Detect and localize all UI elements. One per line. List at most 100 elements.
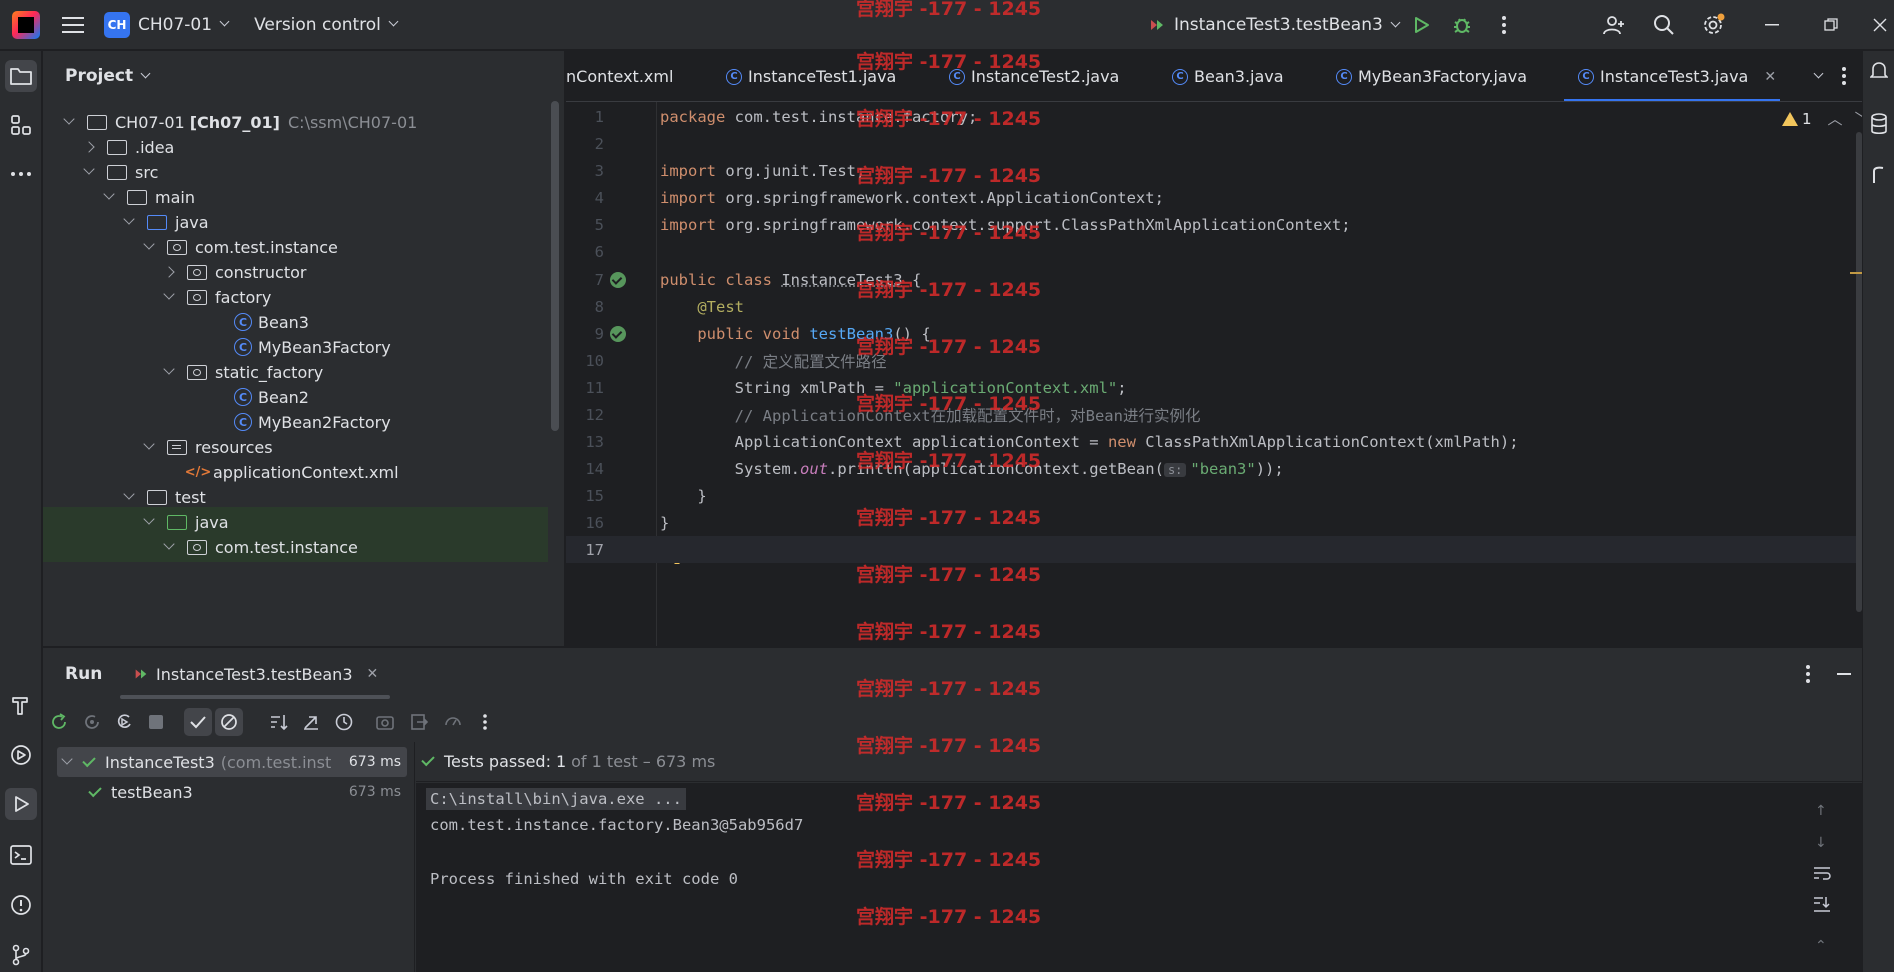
code-line: 8 @Test xyxy=(566,293,1856,320)
chevron-down-icon[interactable] xyxy=(61,753,73,765)
run-configuration-selector[interactable]: InstanceTest3.testBean3 xyxy=(1148,0,1401,50)
project-panel-title: Project xyxy=(65,66,134,86)
right-tool-strip xyxy=(1862,51,1894,972)
project-tool-folder-icon[interactable] xyxy=(5,60,37,92)
export-icon[interactable] xyxy=(405,708,433,736)
git-branch-icon[interactable] xyxy=(5,939,37,971)
run-tool-icon[interactable] xyxy=(5,788,37,820)
intellij-logo-icon[interactable] xyxy=(12,10,40,39)
code-token: InstanceTest3 xyxy=(781,270,903,289)
test-row-method[interactable]: testBean3 673 ms xyxy=(57,777,407,807)
show-ignored-icon[interactable] xyxy=(215,708,243,736)
tab-instancetest2[interactable]: C InstanceTest2.java xyxy=(949,51,1119,101)
code-token: testBean3 xyxy=(809,324,894,343)
chevron-down-icon[interactable] xyxy=(143,438,155,450)
editor-scrollbar[interactable] xyxy=(1856,132,1862,612)
hide-panel-icon[interactable] xyxy=(1837,673,1851,675)
test-results-tree: InstanceTest3 (com.test.inst 673 ms test… xyxy=(43,742,415,972)
ai-assistant-icon[interactable] xyxy=(1871,163,1887,185)
coverage-icon[interactable] xyxy=(439,708,467,736)
problems-icon[interactable] xyxy=(5,889,37,921)
scroll-to-end-icon[interactable] xyxy=(1813,895,1831,913)
close-run-tab-icon[interactable]: ✕ xyxy=(367,666,379,682)
vcs-selector[interactable]: Version control xyxy=(246,15,399,35)
tree-item-label: main xyxy=(155,187,195,207)
chevron-down-icon[interactable] xyxy=(163,363,175,375)
run-test-method-icon[interactable] xyxy=(610,325,626,342)
scroll-down-icon[interactable]: ↓ xyxy=(1815,835,1827,851)
run-panel-more-icon[interactable] xyxy=(1805,664,1811,684)
console-output[interactable]: C:\install\bin\java.exe ... com.test.ins… xyxy=(416,783,1862,972)
line-number: 5 xyxy=(594,215,604,234)
tab-applicationcontext-xml[interactable]: nContext.xml xyxy=(566,51,673,101)
chevron-down-icon[interactable] xyxy=(123,488,135,500)
minimize-window-icon[interactable] xyxy=(1758,11,1786,39)
tab-list-chevron-icon[interactable] xyxy=(1806,65,1824,84)
folder-icon xyxy=(107,164,127,180)
close-tab-icon[interactable]: ✕ xyxy=(1764,69,1776,85)
services-icon[interactable] xyxy=(5,739,37,771)
add-user-icon[interactable] xyxy=(1600,11,1628,39)
toggle-auto-test-icon[interactable] xyxy=(110,708,138,736)
screenshot-camera-icon[interactable] xyxy=(371,708,399,736)
rerun-icon[interactable] xyxy=(45,708,73,736)
project-scrollbar[interactable] xyxy=(551,101,559,431)
restore-window-icon[interactable] xyxy=(1817,11,1845,39)
run-test-class-icon[interactable] xyxy=(610,271,626,288)
chevron-down-icon[interactable] xyxy=(143,238,155,250)
structure-icon[interactable] xyxy=(5,109,37,141)
project-panel-header[interactable]: Project xyxy=(43,51,564,101)
tab-instancetest3[interactable]: C InstanceTest3.java ✕ xyxy=(1564,51,1780,101)
code-editor[interactable]: 1 ︿ ﹀ 1 package com.test.instance.factor… xyxy=(566,102,1862,646)
console-side-toolbar: ↑ ↓ ⌃ xyxy=(1806,793,1842,963)
run-configuration-label: InstanceTest3.testBean3 xyxy=(1174,15,1383,35)
project-selector[interactable]: CH07-01 xyxy=(130,15,230,35)
chevron-right-icon[interactable] xyxy=(83,141,95,153)
test-history-clock-icon[interactable] xyxy=(330,708,358,736)
toolbar-more-icon[interactable] xyxy=(471,708,499,736)
show-passed-check-icon[interactable] xyxy=(184,708,212,736)
test-row-class[interactable]: InstanceTest3 (com.test.inst 673 ms xyxy=(57,747,407,777)
stop-icon[interactable] xyxy=(142,708,170,736)
chevron-down-icon[interactable] xyxy=(83,163,95,175)
code-token: .println(applicationContext.getBean( xyxy=(827,459,1164,478)
scroll-up-icon[interactable]: ↑ xyxy=(1815,803,1827,819)
run-tab-instancetest3[interactable]: InstanceTest3.testBean3 ✕ xyxy=(133,648,378,700)
warning-stripe-marker[interactable] xyxy=(1850,272,1862,274)
project-badge[interactable]: CH xyxy=(104,11,130,38)
notifications-icon[interactable] xyxy=(1870,61,1888,81)
tab-mybean3factory[interactable]: C MyBean3Factory.java xyxy=(1336,51,1527,101)
import-tests-icon[interactable] xyxy=(297,708,325,736)
chevron-down-icon[interactable] xyxy=(63,113,75,125)
debug-icon[interactable] xyxy=(1448,11,1476,39)
chevron-down-icon[interactable] xyxy=(143,513,155,525)
build-hammer-icon[interactable] xyxy=(5,689,37,721)
main-menu-icon[interactable] xyxy=(62,14,84,36)
code-token: ; xyxy=(1117,378,1127,397)
run-icon[interactable] xyxy=(1407,11,1435,39)
console-line[interactable]: C:\install\bin\java.exe ... xyxy=(426,788,686,810)
search-icon[interactable] xyxy=(1650,11,1678,39)
more-tools-icon[interactable] xyxy=(5,158,37,190)
chevron-right-icon[interactable] xyxy=(163,266,175,278)
soft-wrap-icon[interactable] xyxy=(1813,865,1831,881)
console-expand-icon[interactable]: ⌃ xyxy=(1815,938,1827,954)
run-tab-scroll-indicator xyxy=(120,695,390,699)
tab-instancetest1[interactable]: C InstanceTest1.java xyxy=(726,51,896,101)
settings-gear-icon[interactable] xyxy=(1699,11,1727,39)
chevron-down-icon[interactable] xyxy=(163,538,175,550)
sort-icon[interactable] xyxy=(265,708,293,736)
chevron-down-icon[interactable] xyxy=(123,213,135,225)
terminal-icon[interactable] xyxy=(5,839,37,871)
close-window-icon[interactable] xyxy=(1866,11,1894,39)
tab-more-icon[interactable] xyxy=(1841,66,1847,86)
tree-item-label: MyBean2Factory xyxy=(258,412,391,432)
tree-item-test-package[interactable]: com.test.instance xyxy=(43,532,548,562)
more-actions-icon[interactable] xyxy=(1490,11,1518,39)
tab-bean3[interactable]: C Bean3.java xyxy=(1172,51,1284,101)
chevron-down-icon[interactable] xyxy=(103,188,115,200)
chevron-down-icon[interactable] xyxy=(163,288,175,300)
code-line: 3 import org.junit.Test; xyxy=(566,157,1856,184)
rerun-failed-icon[interactable] xyxy=(78,708,106,736)
database-icon[interactable] xyxy=(1870,113,1888,135)
